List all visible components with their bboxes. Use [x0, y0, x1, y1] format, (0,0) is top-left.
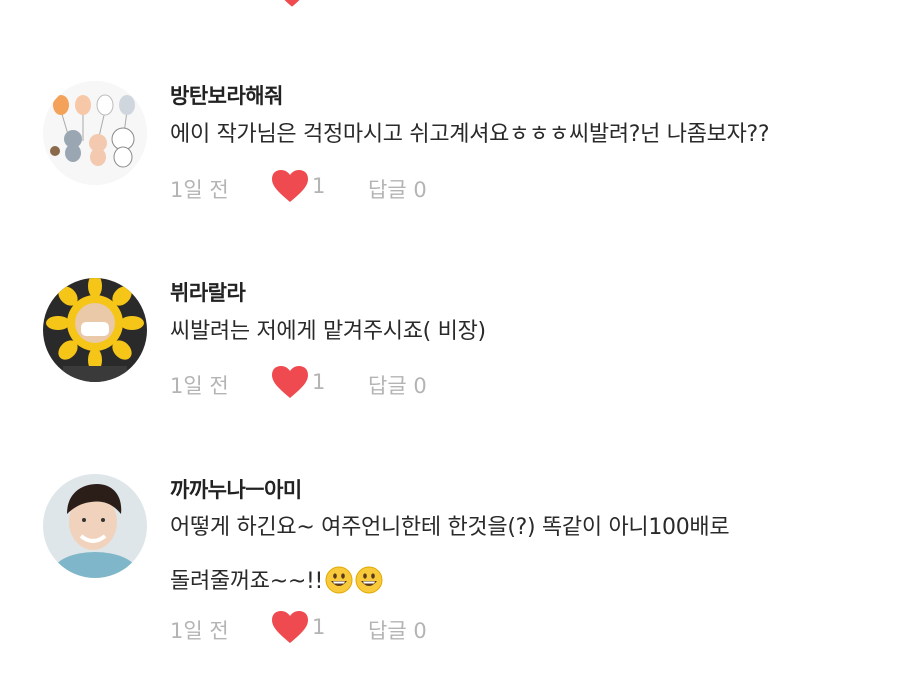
reply-label: 답글: [368, 619, 407, 643]
heart-icon[interactable]: [278, 0, 306, 8]
reply-count: 0: [413, 619, 427, 643]
comment-time: 1일 전: [170, 178, 229, 202]
cartoon-characters-balloons-icon: [43, 81, 147, 185]
reply-label: 답글: [368, 178, 407, 202]
comment-username[interactable]: 방탄보라해줘: [170, 80, 283, 110]
comment-time: 1일 전: [170, 619, 229, 643]
avatar[interactable]: [43, 81, 147, 185]
heart-icon: [272, 170, 308, 202]
heart-icon: [272, 366, 308, 398]
like-count: 1: [312, 370, 326, 394]
comment-line: 씨발려는 저에게 맡겨주시죠( 비장): [170, 319, 486, 344]
comment-line-2: 돌려줄꺼죠~~!!: [170, 555, 890, 609]
like-count: 1: [312, 615, 326, 639]
like-button[interactable]: [270, 609, 340, 649]
grinning-face-icon: [355, 566, 383, 594]
comment-meta: 1일 전 1 답글 0: [170, 168, 670, 208]
reply-button[interactable]: 답글 0: [368, 370, 427, 400]
avatar[interactable]: [43, 474, 147, 578]
reply-button[interactable]: 답글 0: [368, 174, 427, 204]
smiling-person-photo-icon: [43, 474, 147, 578]
sunflower-costume-person-icon: [43, 278, 147, 382]
comment-meta: 1일 전 1 답글 0: [170, 609, 670, 649]
comment-line-text: 돌려줄꺼죠~~!!: [170, 569, 324, 594]
comment-username[interactable]: 까까누나ㅡ아미: [170, 474, 302, 504]
comment-meta: 1일 전 1 답글 0: [170, 364, 670, 404]
grinning-face-icon: [325, 566, 353, 594]
reply-count: 0: [413, 178, 427, 202]
reply-label: 답글: [368, 374, 407, 398]
comment-time: 1일 전: [170, 374, 229, 398]
comment-text: 어떻게 하긴요~ 여주언니한테 한것을(?) 똑같이 아니100배로 돌려줄꺼죠…: [170, 501, 890, 609]
comment-line: 에이 작가님은 걱정마시고 쉬고계셔요ㅎㅎㅎ씨발려?넌 나좀보자??: [170, 122, 770, 147]
comment-text: 씨발려는 저에게 맡겨주시죠( 비장): [170, 305, 890, 359]
reply-button[interactable]: 답글 0: [368, 615, 427, 645]
heart-icon: [272, 611, 308, 643]
comment-username[interactable]: 뷔라랄라: [170, 277, 246, 307]
comment-line: 어떻게 하긴요~ 여주언니한테 한것을(?) 똑같이 아니100배로: [170, 515, 730, 540]
like-count: 1: [312, 174, 326, 198]
reply-count: 0: [413, 374, 427, 398]
previous-comment-meta-partial: [0, 0, 918, 8]
like-button[interactable]: [270, 364, 340, 404]
comment-text: 에이 작가님은 걱정마시고 쉬고계셔요ㅎㅎㅎ씨발려?넌 나좀보자??: [170, 108, 890, 162]
avatar[interactable]: [43, 278, 147, 382]
like-button[interactable]: [270, 168, 340, 208]
